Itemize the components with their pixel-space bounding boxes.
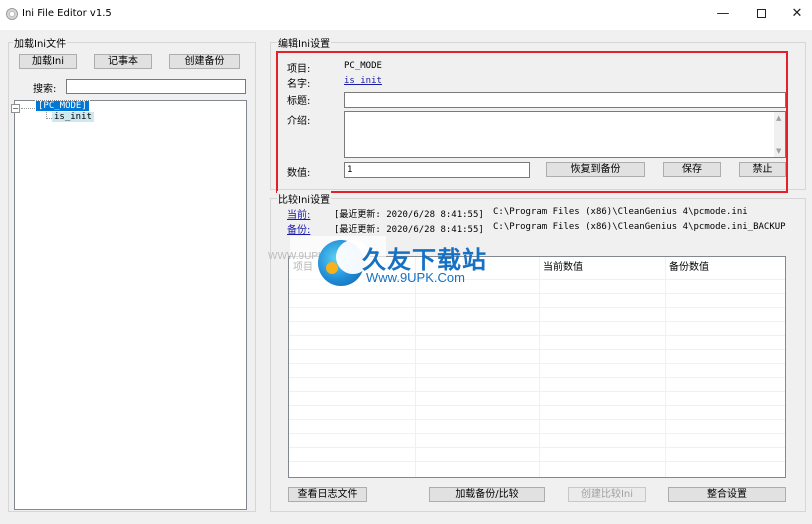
column-header-current-value[interactable]: 当前数值 — [539, 257, 665, 279]
load-ini-group-label: 加载Ini文件 — [13, 35, 68, 50]
notepad-button[interactable]: 记事本 — [94, 54, 152, 69]
row-divider — [289, 433, 785, 434]
row-divider — [289, 405, 785, 406]
tree-node-pc-mode[interactable]: [PC_MODE] — [35, 100, 90, 112]
current-file-info: [最近更新: 2020/6/28 8:41:55] — [334, 210, 484, 220]
row-divider — [289, 377, 785, 378]
backup-file-info: [最近更新: 2020/6/28 8:41:55] — [334, 225, 484, 235]
title-bar — [0, 0, 812, 30]
backup-file-path: C:\Program Files (x86)\CleanGenius 4\pcm… — [493, 222, 786, 232]
column-divider — [665, 257, 666, 477]
row-divider — [289, 335, 785, 336]
current-file-path: C:\Program Files (x86)\CleanGenius 4\pcm… — [493, 207, 748, 217]
search-input[interactable] — [66, 79, 246, 94]
row-divider — [289, 461, 785, 462]
ini-tree[interactable] — [14, 100, 247, 510]
backup-file-link[interactable]: 备份: — [287, 221, 310, 236]
window-title: Ini File Editor v1.5 — [22, 8, 112, 19]
watermark-url-text: Www.9UPK.Com — [366, 270, 465, 285]
edit-ini-group-label: 编辑Ini设置 — [277, 35, 332, 50]
highlight-box — [276, 51, 788, 193]
load-ini-button[interactable]: 加载Ini — [19, 54, 77, 69]
create-backup-button[interactable]: 创建备份 — [169, 54, 240, 69]
row-divider — [289, 391, 785, 392]
tree-node-is-init[interactable]: is_init — [52, 112, 94, 122]
row-divider — [289, 349, 785, 350]
merge-settings-button[interactable]: 整合设置 — [668, 487, 786, 502]
maximize-button[interactable] — [744, 0, 778, 30]
watermark-logo-dot — [326, 262, 338, 274]
search-label: 搜索: — [33, 84, 57, 95]
row-divider — [289, 293, 785, 294]
tree-connector — [21, 108, 35, 109]
minimize-button[interactable]: — — [706, 0, 740, 30]
close-button[interactable]: ✕ — [780, 0, 812, 30]
column-divider — [539, 257, 540, 477]
tree-collapse-icon[interactable]: − — [11, 104, 20, 113]
maximize-icon — [756, 9, 766, 18]
create-compare-ini-button: 创建比较Ini — [568, 487, 646, 502]
row-divider — [289, 363, 785, 364]
view-log-button[interactable]: 查看日志文件 — [288, 487, 367, 502]
load-backup-compare-button[interactable]: 加载备份/比较 — [429, 487, 545, 502]
column-divider — [415, 257, 416, 477]
row-divider — [289, 321, 785, 322]
compare-ini-group-label: 比较Ini设置 — [277, 191, 332, 206]
row-divider — [289, 307, 785, 308]
current-file-link[interactable]: 当前: — [287, 206, 310, 221]
row-divider — [289, 419, 785, 420]
app-gear-icon — [6, 8, 18, 20]
column-header-backup-value[interactable]: 备份数值 — [665, 257, 785, 279]
row-divider — [289, 447, 785, 448]
